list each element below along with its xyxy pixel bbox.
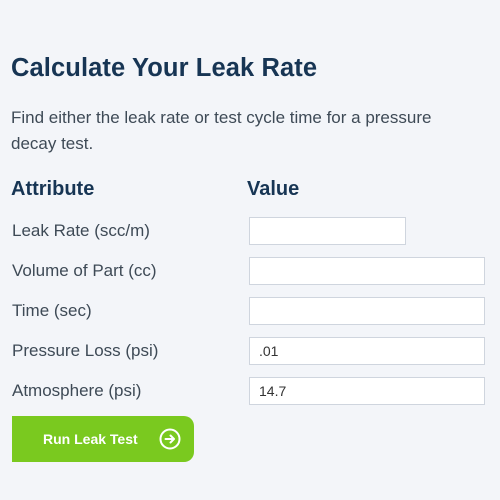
pressure-loss-input[interactable] [249,337,485,365]
volume-of-part-input[interactable] [249,257,485,285]
atmosphere-input[interactable] [249,377,485,405]
volume-of-part-label: Volume of Part (cc) [12,261,157,280]
page-description: Find either the leak rate or test cycle … [11,108,432,153]
leak-rate-label: Leak Rate (scc/m) [12,221,150,240]
value-column-header: Value [247,178,300,200]
arrow-right-circle-icon [159,428,181,450]
run-leak-test-button[interactable]: Run Leak Test [12,416,194,462]
time-label: Time (sec) [12,301,92,320]
page-title: Calculate Your Leak Rate [11,54,318,82]
leak-rate-calculator: Calculate Your Leak Rate Find either the… [0,0,500,500]
attribute-column-header: Attribute [11,178,95,200]
time-input[interactable] [249,297,485,325]
leak-rate-input[interactable] [249,217,406,245]
pressure-loss-label: Pressure Loss (psi) [12,341,159,360]
atmosphere-label: Atmosphere (psi) [12,381,142,400]
run-leak-test-label: Run Leak Test [43,431,138,447]
